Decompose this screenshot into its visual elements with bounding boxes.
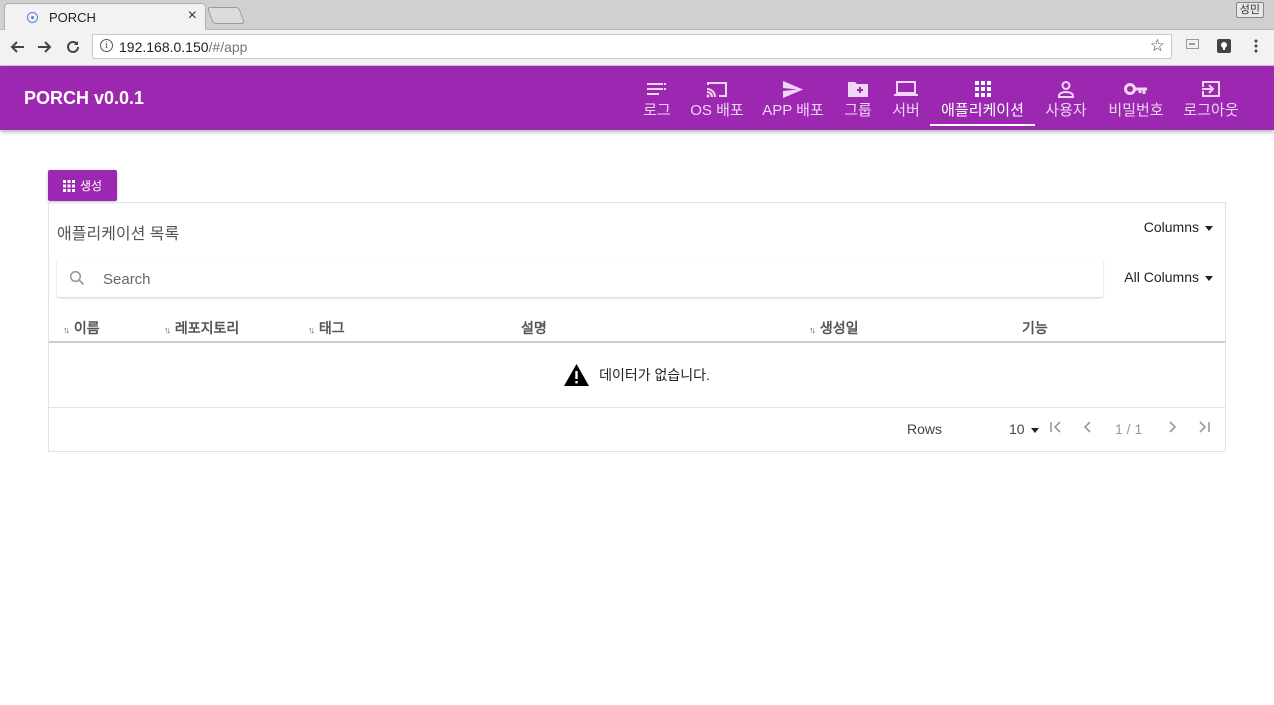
empty-message: 데이터가 없습니다. bbox=[599, 367, 710, 383]
address-bar[interactable]: i 192.168.0.150/#/app ☆ bbox=[92, 34, 1172, 59]
nav-label: OS 배포 bbox=[690, 102, 744, 119]
rows-per-page-select[interactable]: 10 bbox=[1009, 421, 1039, 437]
nav-item-logout[interactable]: 로그아웃 bbox=[1180, 66, 1242, 130]
panel-title: 애플리케이션 목록 bbox=[57, 226, 180, 243]
nav-item-group[interactable]: 그룹 bbox=[840, 66, 876, 130]
reload-icon[interactable] bbox=[63, 37, 83, 57]
browser-menu-icon[interactable] bbox=[1249, 39, 1263, 53]
rows-label: Rows bbox=[907, 421, 943, 437]
column-header-repository[interactable]: ↑↓ 레포지토리 bbox=[164, 318, 239, 338]
folder-plus-icon bbox=[840, 79, 876, 99]
nav-item-os-deploy[interactable]: OS 배포 bbox=[688, 66, 746, 130]
url-text: 192.168.0.150/#/app bbox=[119, 39, 248, 55]
table-header: ↑↓ 이름 ↑↓ 레포지토리 ↑↓ 태그 설명 ↑↓ 생성일 기능 bbox=[49, 311, 1225, 343]
nav-label: 서버 bbox=[892, 102, 920, 119]
column-header-name[interactable]: ↑↓ 이름 bbox=[63, 318, 100, 338]
all-columns-dropdown[interactable]: All Columns bbox=[1124, 269, 1213, 285]
profile-button[interactable]: 성민 bbox=[1235, 2, 1264, 18]
main-nav: 로그 OS 배포 APP 배포 그룹 서버 애플리케이션 사용자 비밀번호 로그… bbox=[0, 66, 1274, 130]
nav-item-app-deploy[interactable]: APP 배포 bbox=[759, 66, 827, 130]
nav-label: 로그아웃 bbox=[1183, 102, 1239, 119]
back-icon[interactable] bbox=[7, 37, 27, 57]
column-header-tag[interactable]: ↑↓ 태그 bbox=[308, 318, 345, 338]
previous-page-icon[interactable] bbox=[1081, 420, 1095, 437]
send-icon bbox=[759, 79, 827, 99]
list-icon bbox=[640, 79, 674, 99]
caret-down-icon bbox=[1030, 427, 1039, 433]
nav-label: 그룹 bbox=[844, 102, 872, 119]
table-footer: Rows 10 1 / 1 bbox=[49, 408, 1225, 452]
new-tab-button[interactable] bbox=[206, 7, 246, 24]
nav-item-log[interactable]: 로그 bbox=[640, 66, 674, 130]
search-box bbox=[57, 259, 1103, 297]
nav-item-server[interactable]: 서버 bbox=[888, 66, 924, 130]
search-input[interactable] bbox=[101, 267, 1085, 291]
create-button[interactable]: 생성 bbox=[48, 170, 117, 201]
application-table-panel: 애플리케이션 목록 Columns All Columns ↑↓ 이름 ↑↓ 레… bbox=[48, 202, 1226, 452]
column-header-actions: 기능 bbox=[1022, 320, 1048, 336]
nav-item-application[interactable]: 애플리케이션 bbox=[930, 66, 1035, 130]
nav-label: 애플리케이션 bbox=[941, 102, 1024, 119]
page-info: 1 / 1 bbox=[1115, 421, 1143, 437]
search-icon bbox=[69, 270, 85, 291]
column-header-created[interactable]: ↑↓ 생성일 bbox=[809, 318, 859, 338]
forward-icon[interactable] bbox=[35, 37, 55, 57]
cast-icon bbox=[688, 79, 746, 99]
nav-label: APP 배포 bbox=[762, 102, 824, 119]
caret-down-icon bbox=[1205, 275, 1213, 281]
extension-cast-icon[interactable] bbox=[1185, 39, 1199, 53]
bookmark-star-icon[interactable]: ☆ bbox=[1150, 36, 1165, 56]
exit-icon bbox=[1180, 79, 1242, 99]
apps-grid-icon bbox=[930, 79, 1035, 99]
nav-item-password[interactable]: 비밀번호 bbox=[1105, 66, 1167, 130]
laptop-icon bbox=[888, 79, 924, 99]
browser-tab[interactable]: PORCH × bbox=[4, 3, 206, 30]
sort-icon: ↑↓ bbox=[164, 325, 171, 335]
nav-label: 로그 bbox=[643, 102, 671, 119]
nav-item-user[interactable]: 사용자 bbox=[1043, 66, 1089, 130]
site-info-icon[interactable]: i bbox=[100, 39, 113, 52]
column-header-description: 설명 bbox=[521, 320, 547, 336]
extension-key-icon[interactable] bbox=[1217, 39, 1231, 53]
browser-toolbar: i 192.168.0.150/#/app ☆ bbox=[0, 30, 1274, 66]
key-icon bbox=[1105, 79, 1167, 99]
sort-icon: ↑↓ bbox=[809, 325, 816, 335]
apps-grid-icon bbox=[62, 179, 75, 192]
browser-tabstrip: PORCH × 성민 bbox=[0, 0, 1274, 30]
last-page-icon[interactable] bbox=[1197, 420, 1211, 437]
warning-icon bbox=[564, 364, 590, 386]
tab-close-icon[interactable]: × bbox=[188, 7, 197, 25]
tab-title: PORCH bbox=[49, 10, 96, 25]
caret-down-icon bbox=[1205, 225, 1213, 231]
app-header: PORCH v0.0.1 로그 OS 배포 APP 배포 그룹 서버 애플리케이… bbox=[0, 66, 1274, 130]
columns-dropdown[interactable]: Columns bbox=[1144, 219, 1213, 235]
next-page-icon[interactable] bbox=[1165, 420, 1179, 437]
sort-icon: ↑↓ bbox=[308, 325, 315, 335]
empty-state-row: 데이터가 없습니다. bbox=[49, 343, 1225, 408]
favicon-icon bbox=[27, 12, 38, 23]
create-button-label: 생성 bbox=[79, 179, 103, 193]
first-page-icon[interactable] bbox=[1049, 420, 1063, 437]
sort-icon: ↑↓ bbox=[63, 325, 70, 335]
nav-label: 사용자 bbox=[1045, 102, 1087, 119]
person-icon bbox=[1043, 79, 1089, 99]
nav-label: 비밀번호 bbox=[1108, 102, 1164, 119]
